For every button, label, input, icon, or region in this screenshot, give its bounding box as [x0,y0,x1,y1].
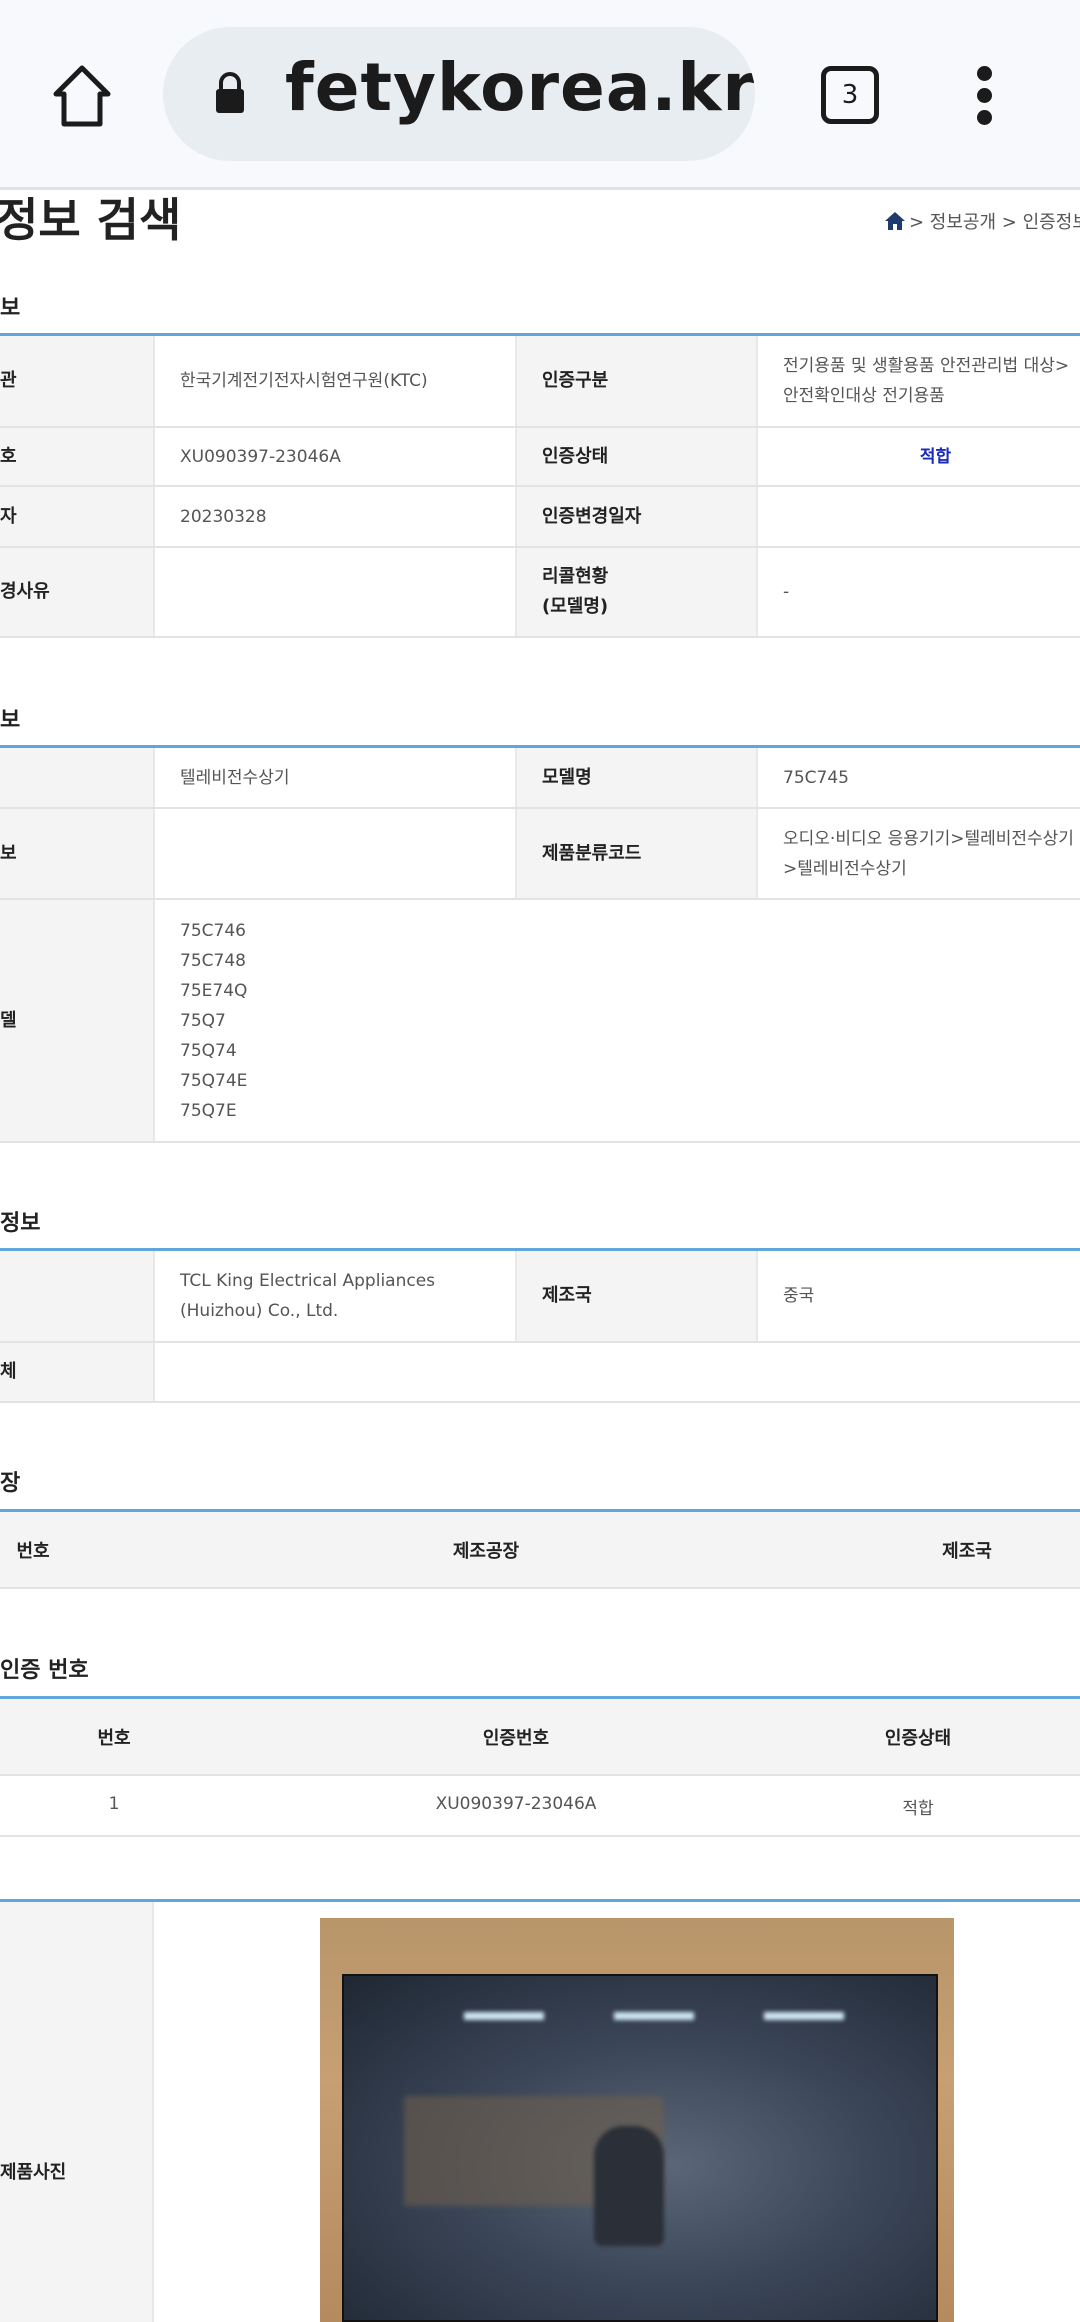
maker-info-table: TCL King Electrical Appliances (Huizhou) … [0,1251,1080,1403]
home-icon[interactable] [52,64,112,128]
value [154,547,517,638]
label: 자 [0,486,155,548]
model-item: 75C746 [180,920,246,941]
model-item: 75Q7 [180,1010,226,1031]
label: 경사유 [0,547,155,638]
tab-count: 3 [841,80,859,110]
section-heading-cert: 보 [0,296,21,321]
label: 인증상태 [516,427,758,487]
section-heading-factory: 장 [0,1471,21,1496]
breadcrumb-path[interactable]: > 정보공개 > 인증정보 [909,208,1080,234]
product-photo [320,1918,954,2322]
model-item: 75Q74 [180,1040,237,1061]
model-item: 75Q74E [180,1070,248,1091]
factory-table-header: 번호 제조공장 제조국 [0,1512,1080,1589]
value [757,486,1080,548]
browser-toolbar: fetykorea.kr 3 [0,0,1080,190]
model-item: 75C748 [180,950,246,971]
cert-info-table: 관 한국기계전기전자시험연구원(KTC) 인증구분 전기용품 및 생활용품 안전… [0,336,1080,638]
column-header: 제조공장 [452,1541,520,1562]
label: 인증구분 [516,336,758,428]
value [154,808,517,900]
cert-status: 적합 [902,1799,934,1819]
value: 전기용품 및 생활용품 안전관리법 대상> 안전확인대상 전기용품 [757,336,1080,428]
column-header: 인증번호 [482,1728,550,1749]
table-row: 관 한국기계전기전자시험연구원(KTC) 인증구분 전기용품 및 생활용품 안전… [0,336,1080,428]
derived-models: 75C746 75C748 75E74Q 75Q7 75Q74 75Q74E 7… [154,899,1080,1143]
table-row: 델 75C746 75C748 75E74Q 75Q7 75Q74 75Q74E… [0,899,1080,1143]
table-row: 보 제품분류코드 오디오·비디오 응용기기>텔레비전수상기 >텔레비전수상기 [0,808,1080,900]
label: 제품사진 [0,2162,67,2183]
section-heading-related: 인증 번호 [0,1658,89,1683]
value: XU090397-23046A [154,427,517,487]
section-heading-product: 보 [0,708,21,733]
model-item: 75E74Q [180,980,248,1001]
maker-name: TCL King Electrical Appliances (Huizhou) … [154,1251,517,1343]
value [154,1342,1080,1403]
column-header: 번호 [16,1541,50,1562]
value: 20230328 [154,486,517,548]
class-code: 오디오·비디오 응용기기>텔레비전수상기 >텔레비전수상기 [757,808,1080,900]
label: 제품분류코드 [516,808,758,900]
table-row: 텔레비전수상기 모델명 75C745 [0,748,1080,809]
url-text: fetykorea.kr [285,49,755,126]
label: 관 [0,336,155,428]
value: 한국기계전기전자시험연구원(KTC) [154,336,517,428]
product-info-table: 텔레비전수상기 모델명 75C745 보 제품분류코드 오디오·비디오 응용기기… [0,748,1080,1143]
status-badge: 적합 [757,427,1080,487]
page-title: 정보 검색 [0,193,182,247]
related-table-header: 번호 인증번호 인증상태 [0,1699,1080,1776]
section-heading-maker: 정보 [0,1211,41,1236]
label: 제조국 [516,1251,758,1343]
photo-label-cell: 제품사진 [0,1902,154,2322]
menu-icon[interactable] [977,66,993,126]
row-number: 1 [108,1794,120,1814]
label: 인증변경일자 [516,486,758,548]
table-row: 자 20230328 인증변경일자 [0,486,1080,548]
home-icon[interactable] [885,212,905,230]
column-header: 인증상태 [884,1728,952,1749]
column-header: 제조국 [942,1541,992,1562]
divider [0,1899,1080,1902]
tab-switcher-button[interactable]: 3 [821,66,879,124]
url-bar[interactable]: fetykorea.kr [163,27,755,161]
breadcrumb: > 정보공개 > 인증정보 [885,208,1080,234]
table-row: 경사유 리콜현황 (모델명) - [0,547,1080,638]
model-name: 75C745 [757,748,1080,809]
label: 체 [0,1342,155,1403]
label [0,748,155,809]
label: 호 [0,427,155,487]
table-row: TCL King Electrical Appliances (Huizhou) … [0,1251,1080,1343]
product-name: 텔레비전수상기 [154,748,517,809]
country: 중국 [757,1251,1080,1343]
label [0,1251,155,1343]
model-item: 75Q7E [180,1100,237,1121]
table-row: 체 [0,1342,1080,1403]
label: 리콜현황 (모델명) [516,547,758,638]
label: 델 [0,899,155,1143]
lock-icon [216,72,244,113]
label: 보 [0,808,155,900]
tv-screen [342,1974,938,2322]
value: - [757,547,1080,638]
table-row: 호 XU090397-23046A 인증상태 적합 [0,427,1080,487]
cert-number[interactable]: XU090397-23046A [436,1794,597,1814]
table-row[interactable]: 1 XU090397-23046A 적합 [0,1776,1080,1837]
column-header: 번호 [97,1728,131,1749]
label: 모델명 [516,748,758,809]
